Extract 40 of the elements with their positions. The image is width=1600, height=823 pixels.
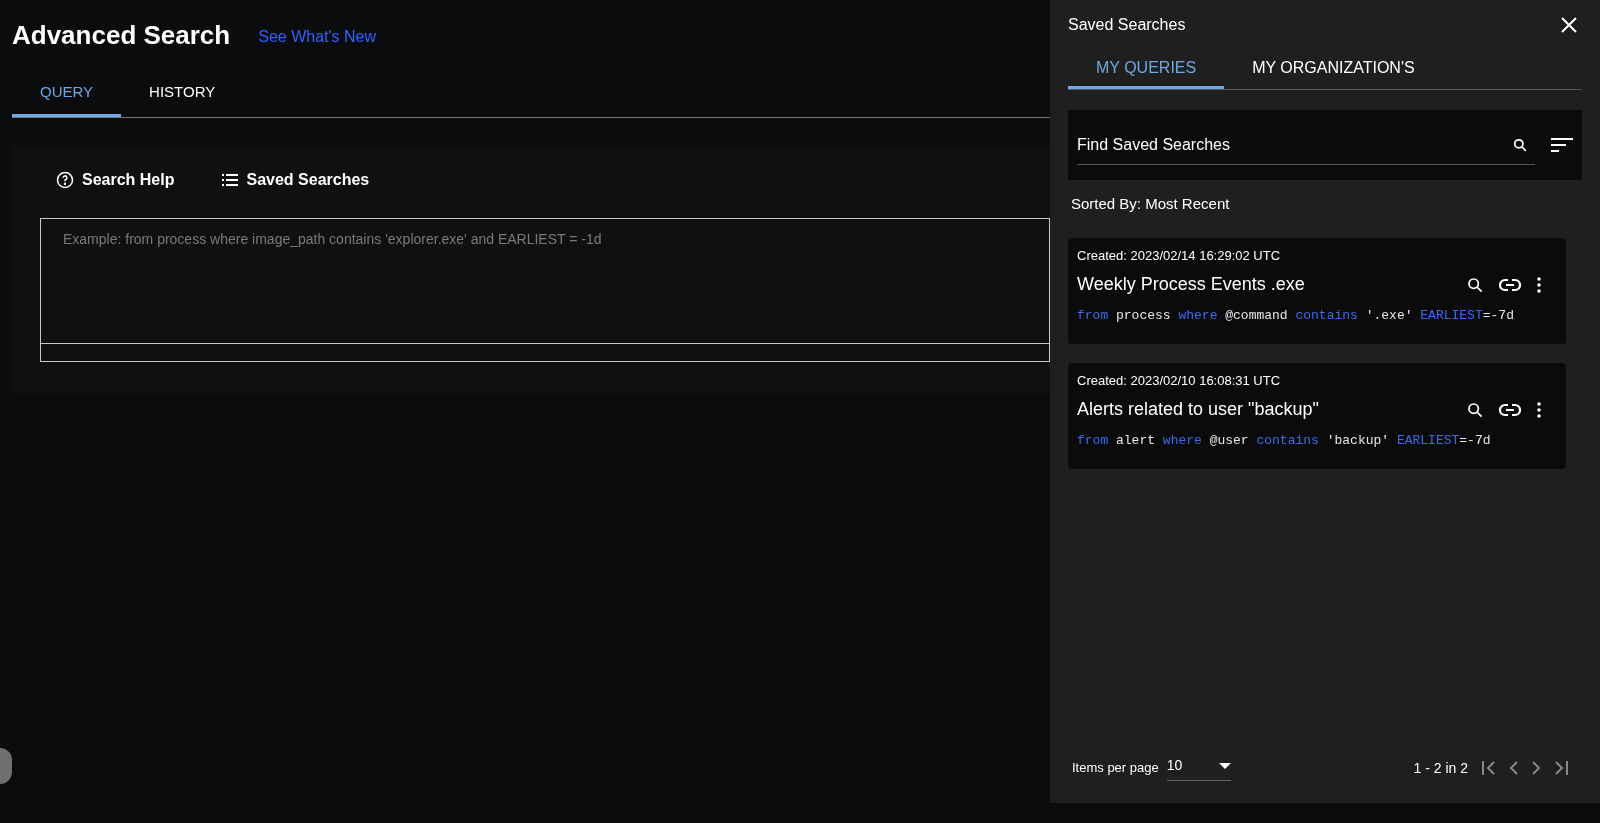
previous-page-icon[interactable] — [1509, 761, 1519, 775]
query-text: from process where @command contains '.exe' EARLIEST=-7d — [1077, 307, 1515, 325]
search-icon[interactable] — [1467, 276, 1483, 293]
more-icon[interactable] — [1537, 401, 1541, 418]
search-name: Alerts related to user "backup" — [1077, 398, 1319, 421]
saved-search-card[interactable]: Created: 2023/02/14 16:29:02 UTC Weekly Process Events .exe from process where @command contains '.exe' EARLIEST=-7d — [1068, 237, 1566, 344]
link-icon[interactable] — [1499, 402, 1521, 417]
first-page-icon[interactable] — [1482, 761, 1497, 775]
search-icon[interactable] — [1467, 401, 1483, 418]
created-date: Created: 2023/02/10 16:08:31 UTC — [1077, 371, 1282, 390]
tab[interactable]: HISTORY — [121, 70, 244, 117]
next-page-icon[interactable] — [1531, 761, 1541, 775]
tab[interactable]: MY ORGANIZATION'S — [1224, 50, 1443, 89]
sort-label: Sorted By: Most Recent — [1071, 194, 1231, 214]
list-icon — [222, 173, 239, 187]
more-icon[interactable] — [1537, 276, 1541, 293]
created-date: Created: 2023/02/14 16:29:02 UTC — [1077, 246, 1282, 265]
query-text: from alert where @user contains 'backup' EARLIEST=-7d — [1077, 432, 1492, 450]
search-field[interactable]: Find Saved Searches — [1077, 125, 1535, 165]
items-per-page-label: Items per page — [1072, 759, 1159, 778]
tab[interactable]: MY QUERIES — [1068, 50, 1225, 89]
help-icon — [56, 171, 74, 189]
link-icon[interactable] — [1499, 277, 1521, 292]
items-per-page-select[interactable]: 10 — [1166, 755, 1231, 781]
last-page-icon[interactable] — [1553, 761, 1568, 775]
whats-new-link[interactable]: See What's New — [258, 25, 376, 49]
search-name: Weekly Process Events .exe — [1077, 273, 1305, 296]
panel-title: Saved Searches — [1068, 15, 1186, 35]
tab[interactable]: QUERY — [12, 70, 122, 117]
search-icon[interactable] — [1513, 137, 1527, 152]
page-range: 1 - 2 in 2 — [1413, 758, 1468, 778]
close-button[interactable] — [1560, 16, 1578, 34]
close-icon — [1560, 16, 1578, 34]
dropdown-icon — [1218, 762, 1231, 769]
page-title: Advanced Search — [12, 18, 231, 52]
saved-searches-button[interactable]: Saved Searches — [222, 168, 370, 192]
sort-icon[interactable] — [1551, 137, 1573, 153]
search-help-button[interactable]: Search Help — [56, 168, 175, 192]
search-input[interactable]: Find Saved Searches — [1077, 132, 1513, 157]
saved-search-card[interactable]: Created: 2023/02/10 16:08:31 UTC Alerts related to user "backup" from alert where @user contains 'backup' EARLIEST=-7d — [1068, 362, 1566, 469]
